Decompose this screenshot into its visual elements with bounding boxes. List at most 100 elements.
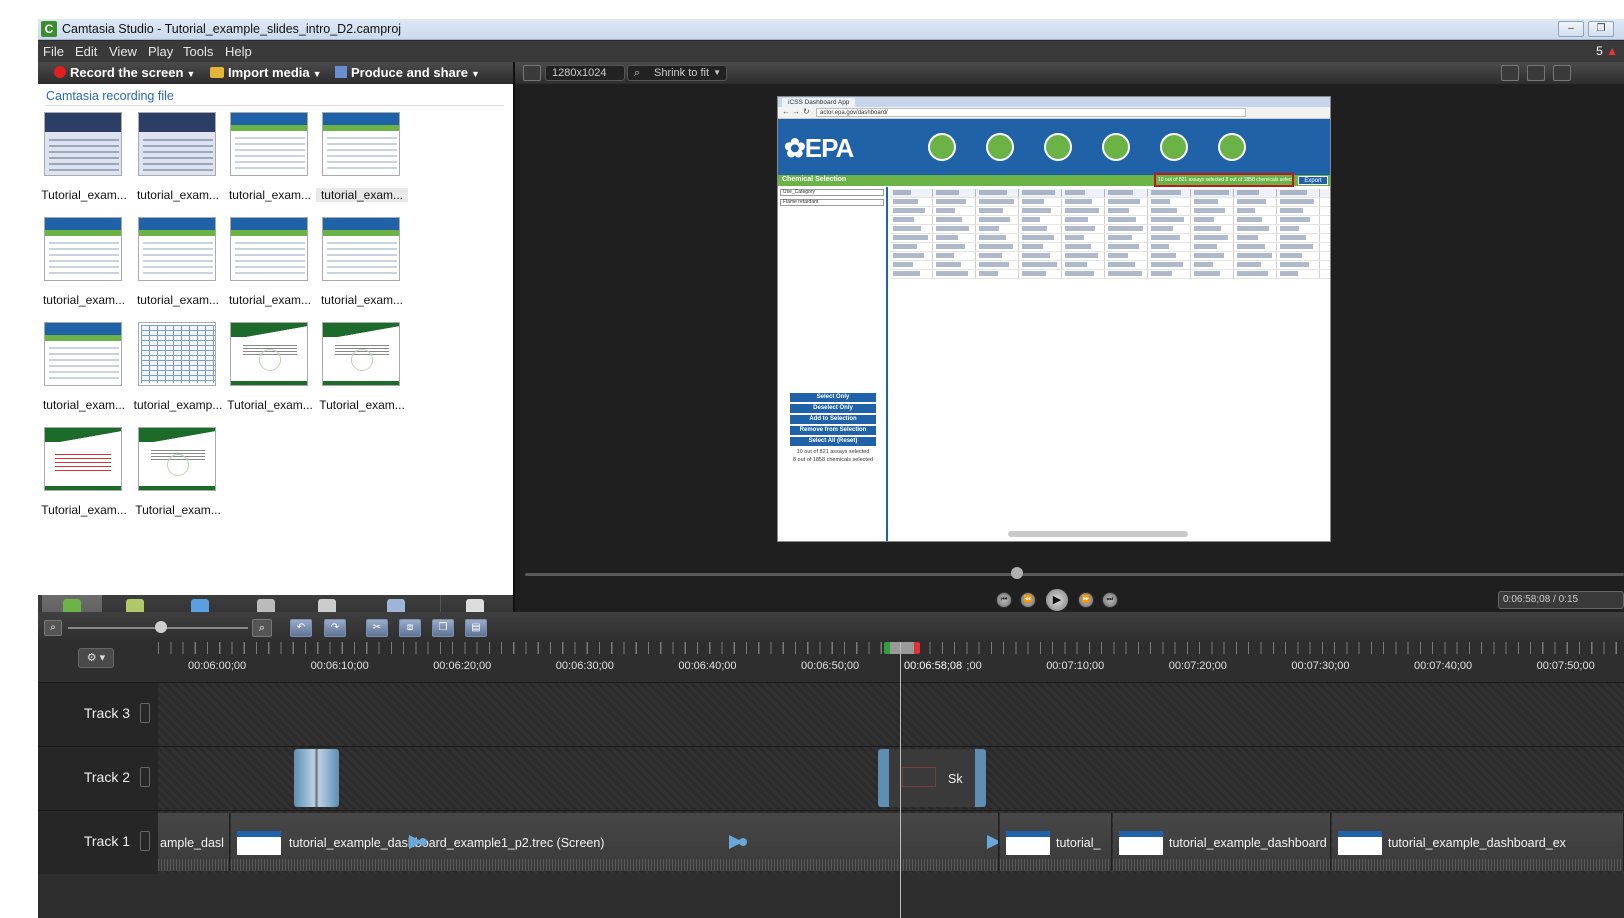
skip-to-end-icon[interactable]: ⏭ [1102, 592, 1118, 608]
preview-scrub-thumb[interactable] [1011, 567, 1023, 579]
callout-preview-box [902, 767, 936, 787]
menu-view[interactable]: View [109, 44, 137, 59]
restore-button[interactable]: ❐ [1588, 21, 1614, 37]
crop-icon[interactable] [523, 65, 541, 81]
track-2-header[interactable]: Track 2 [38, 747, 158, 810]
chevron-down-icon: ▼ [713, 68, 721, 77]
grid-cell [1280, 226, 1299, 231]
rewind-icon[interactable]: ⏪ [1020, 592, 1036, 608]
marker-dot-icon[interactable] [739, 838, 747, 846]
record-screen-button[interactable]: Record the screen ▼ [54, 65, 195, 80]
menu-file[interactable]: File [43, 44, 64, 59]
timeline-ruler[interactable]: ⚙ ▾ 00:06:00;00 00:06:10;00 00:06:20;00 00:… [38, 642, 1624, 676]
clip-bin-item[interactable]: Tutorial_exam... [132, 427, 224, 523]
clip-bin-item[interactable]: tutorial_exam... [132, 217, 224, 313]
preview-canvas[interactable]: iCSS Dashboard App ← → ↻ actor.epa.gov/d… [777, 96, 1331, 542]
skip-to-start-icon[interactable]: ⏮ [996, 592, 1012, 608]
thumbnail-detail [49, 242, 119, 276]
fast-forward-icon[interactable]: ⏩ [1078, 592, 1094, 608]
zoom-out-icon[interactable]: ⌕ [44, 620, 62, 636]
clip-thumbnail [237, 831, 281, 855]
grid-cell [1022, 199, 1044, 204]
track-3-lane[interactable] [158, 683, 1624, 746]
menu-tools[interactable]: Tools [183, 44, 213, 59]
lock-icon[interactable] [140, 703, 150, 723]
notification-count[interactable]: 5 ▲ [1596, 44, 1618, 58]
cut-icon[interactable]: ✂ [366, 619, 388, 637]
grid-cell [1022, 190, 1055, 195]
zoom-marker-icon[interactable] [987, 835, 998, 849]
export-button: Export [1298, 176, 1328, 185]
undo-icon[interactable]: ↶ [290, 619, 312, 637]
import-media-button[interactable]: Import media ▼ [210, 65, 322, 80]
clip-bin-item[interactable]: tutorial_exam... [316, 217, 408, 313]
clip-bin-item[interactable]: tutorial_exam... [132, 112, 224, 208]
grid-cell [1280, 244, 1313, 249]
clip-bin-item[interactable]: tutorial_examp... [132, 322, 224, 418]
pan-hand-icon[interactable] [1527, 65, 1545, 81]
grid-row [890, 252, 1330, 261]
selection-side-panel: Use_Category Flame retardant Select Only… [778, 187, 888, 541]
grid-cell [893, 271, 920, 276]
media-clip[interactable]: tutorial_example_dashboard_ex [1332, 813, 1624, 871]
marker-dot-icon[interactable] [419, 838, 427, 846]
track-2-lane[interactable]: Sk [158, 747, 1624, 810]
clip-bin-item[interactable]: tutorial_exam... [224, 217, 316, 313]
thumbnail-detail [235, 242, 305, 276]
play-icon[interactable]: ▶ [1045, 588, 1069, 612]
grid-cell [1022, 271, 1046, 276]
produce-share-button[interactable]: Produce and share ▼ [335, 65, 480, 80]
grid-cell [1065, 226, 1095, 231]
media-clip[interactable]: tutorial_example_dashboard_example1_p2.t… [231, 813, 999, 871]
media-clip[interactable]: ample_dasl [158, 813, 230, 871]
redo-icon[interactable]: ↷ [324, 619, 346, 637]
callout-clip[interactable]: Sk [878, 749, 986, 807]
zoom-dropdown[interactable]: ⌕ Shrink to fit ▼ [627, 65, 727, 81]
ruler-tick-label: 00:06:30;00 [555, 660, 614, 672]
menu-play[interactable]: Play [148, 44, 173, 59]
fullscreen-icon[interactable] [1553, 65, 1571, 81]
grid-cell [893, 244, 917, 249]
clip-bin-item-label: Tutorial_exam... [319, 398, 405, 412]
split-icon[interactable]: ⧈ [399, 619, 421, 637]
clip-bin-item[interactable]: Tutorial_exam... [38, 112, 130, 208]
media-clip[interactable]: tutorial_ [1000, 813, 1112, 871]
copy-icon[interactable]: ❐ [432, 619, 454, 637]
clip-bin-item[interactable]: tutorial_exam... [38, 217, 130, 313]
transition-clip[interactable] [294, 749, 339, 807]
timeline-zoom-knob[interactable] [155, 621, 167, 633]
track-1-lane[interactable]: ample_dasl tutorial_example_dashboard_ex… [158, 811, 1624, 874]
grid-cell [1108, 208, 1129, 213]
clip-bin-item[interactable]: tutorial_exam... [38, 322, 130, 418]
clip-bin-item[interactable]: tutorial_exam... [316, 112, 408, 208]
track-1-header[interactable]: Track 1 [38, 811, 158, 874]
clip-bin-item-label: Tutorial_exam... [41, 188, 127, 202]
lock-icon[interactable] [140, 767, 150, 787]
clip-bin-item[interactable]: Tutorial_exam... [316, 322, 408, 418]
minimize-button[interactable]: – [1558, 21, 1584, 37]
media-clip-label: ample_dasl [160, 836, 224, 850]
menu-edit[interactable]: Edit [75, 44, 97, 59]
track-3-name: Track 3 [83, 705, 130, 721]
clip-bin-item[interactable]: Tutorial_exam... [224, 322, 316, 418]
menu-help[interactable]: Help [225, 44, 252, 59]
grid-cell [979, 271, 998, 276]
media-clip-label: tutorial_example_dashboard [1169, 836, 1327, 850]
preview-scrub-bar[interactable] [525, 573, 1624, 576]
media-clip[interactable]: tutorial_example_dashboard [1113, 813, 1331, 871]
clip-bin-item[interactable]: tutorial_exam... [224, 112, 316, 208]
paste-icon[interactable]: ▤ [465, 619, 487, 637]
url-field: actor.epa.gov/dashboard/ [816, 108, 1246, 117]
gear-icon[interactable]: ⚙ ▾ [78, 648, 114, 668]
grid-header-row [890, 189, 1330, 198]
grid-cell [1151, 253, 1176, 258]
crop-tool-icon[interactable] [1501, 65, 1519, 81]
zoom-in-icon[interactable]: ⌕ [252, 619, 272, 637]
clip-bin-item[interactable]: Tutorial_exam... [38, 427, 130, 523]
playhead-handle[interactable] [884, 642, 920, 654]
grid-row [890, 198, 1330, 207]
forward-arrow-icon: → [792, 107, 800, 116]
track-3-header[interactable]: Track 3 [38, 683, 158, 746]
dimensions-dropdown[interactable]: 1280x1024 [545, 65, 625, 81]
lock-icon[interactable] [140, 831, 150, 851]
